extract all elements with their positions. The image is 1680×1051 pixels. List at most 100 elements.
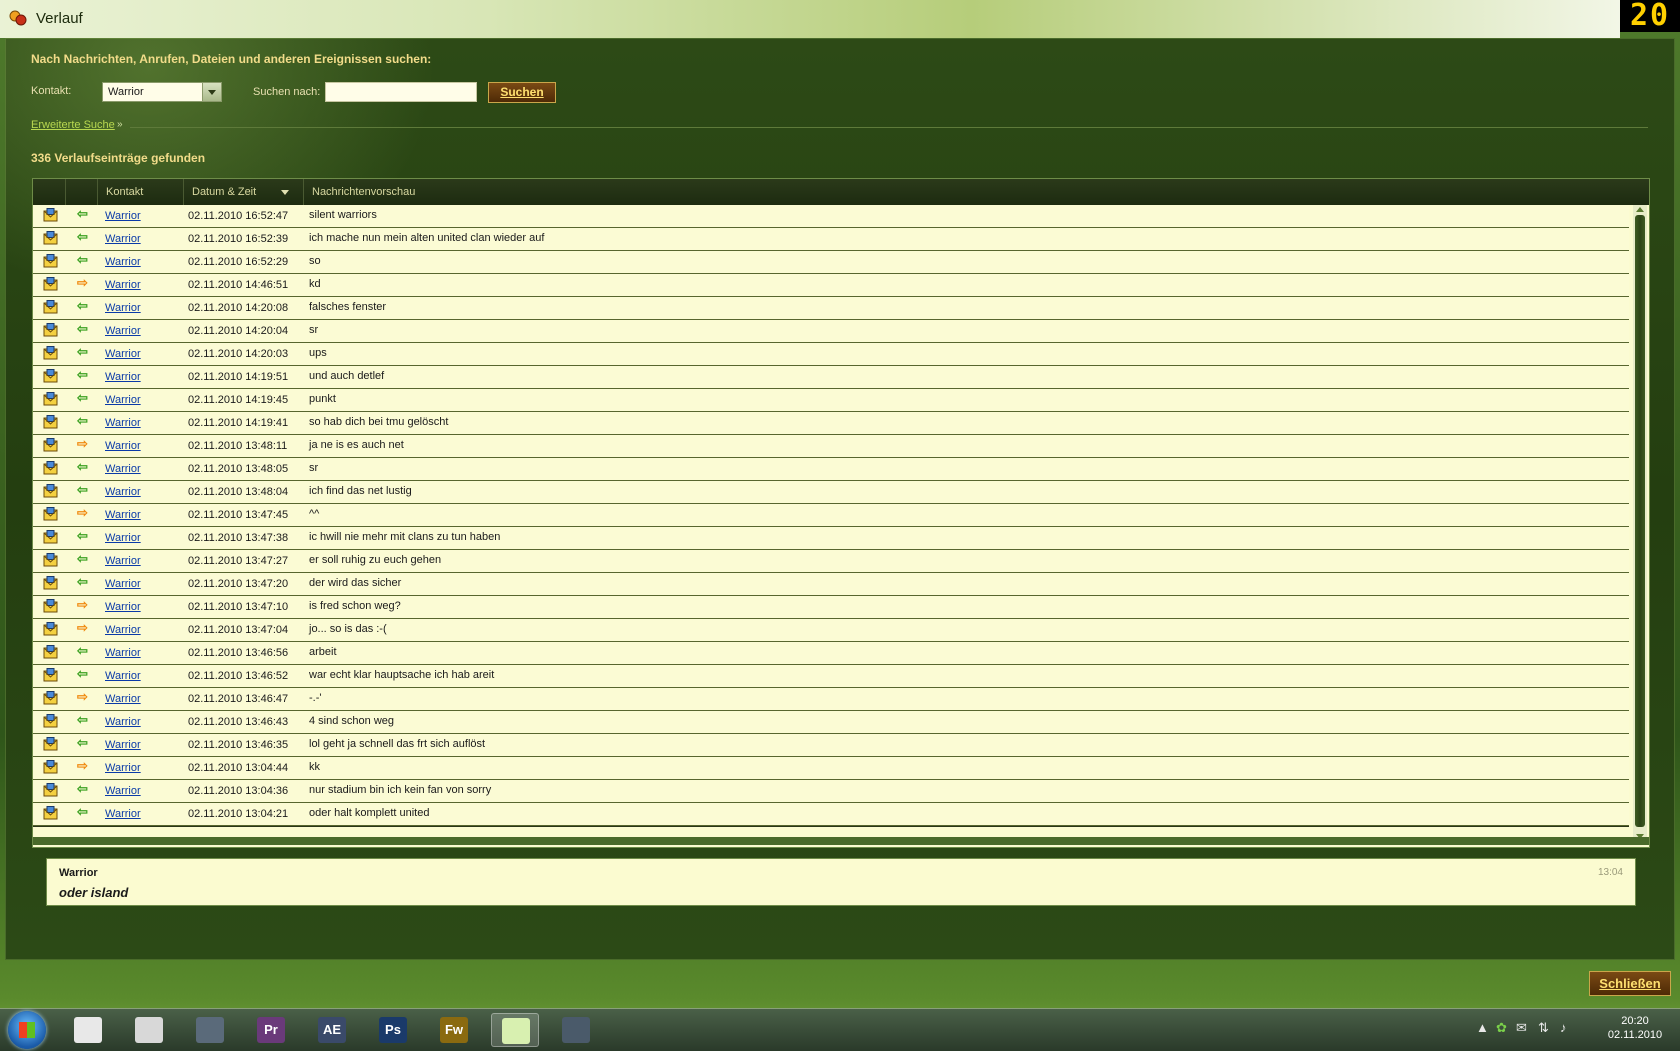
search-input[interactable] bbox=[325, 82, 477, 102]
contact-link[interactable]: Warrior bbox=[105, 578, 141, 590]
table-row[interactable]: ⇨ Warrior 02.11.2010 13:04:44 kk bbox=[33, 757, 1629, 780]
contact-link[interactable]: Warrior bbox=[105, 440, 141, 452]
table-row[interactable]: ⇦ Warrior 02.11.2010 13:46:35 lol geht ja s… bbox=[33, 734, 1629, 757]
table-row[interactable]: ⇦ Warrior 02.11.2010 13:46:43 4 sind schon… bbox=[33, 711, 1629, 734]
taskbar-button[interactable] bbox=[186, 1013, 234, 1047]
contact-link[interactable]: Warrior bbox=[105, 302, 141, 314]
splitter-handle[interactable] bbox=[33, 837, 1649, 845]
start-button[interactable] bbox=[8, 1011, 46, 1049]
system-clock[interactable]: 20:20 02.11.2010 bbox=[1598, 1014, 1672, 1042]
table-row[interactable]: ⇦ Warrior 02.11.2010 14:20:08 falsches fen… bbox=[33, 297, 1629, 320]
row-datetime: 02.11.2010 16:52:29 bbox=[188, 256, 289, 268]
table-row[interactable]: ⇨ Warrior 02.11.2010 14:46:51 kd bbox=[33, 274, 1629, 297]
taskbar-button[interactable] bbox=[64, 1013, 112, 1047]
contact-link[interactable]: Warrior bbox=[105, 394, 141, 406]
column-header-direction[interactable] bbox=[65, 179, 97, 205]
table-row[interactable]: ⇦ Warrior 02.11.2010 16:52:29 so bbox=[33, 251, 1629, 274]
table-row[interactable]: ⇦ Warrior 02.11.2010 14:19:41 so hab dich b… bbox=[33, 412, 1629, 435]
close-button[interactable]: Schließen bbox=[1589, 971, 1671, 996]
contact-link[interactable]: Warrior bbox=[105, 463, 141, 475]
taskbar-button[interactable] bbox=[125, 1013, 173, 1047]
search-button[interactable]: Suchen bbox=[488, 82, 556, 103]
contact-link[interactable]: Warrior bbox=[105, 233, 141, 245]
row-datetime: 02.11.2010 13:47:10 bbox=[188, 601, 289, 613]
column-header-contact[interactable]: Kontakt bbox=[97, 179, 183, 205]
incoming-arrow-icon: ⇦ bbox=[77, 666, 88, 681]
taskbar-button[interactable]: Pr bbox=[247, 1013, 295, 1047]
table-row[interactable]: ⇦ Warrior 02.11.2010 13:46:56 arbeit bbox=[33, 642, 1629, 665]
mail-tray-icon[interactable]: ✉ bbox=[1516, 1020, 1527, 1036]
message-envelope-icon bbox=[43, 760, 58, 774]
table-row[interactable]: ⇦ Warrior 02.11.2010 13:47:38 ic hwill nie… bbox=[33, 527, 1629, 550]
table-row[interactable]: ⇦ Warrior 02.11.2010 16:52:39 ich mache nu… bbox=[33, 228, 1629, 251]
scroll-up-icon[interactable] bbox=[1636, 207, 1644, 212]
contact-link[interactable]: Warrior bbox=[105, 785, 141, 797]
volume-icon[interactable]: ♪ bbox=[1560, 1020, 1567, 1035]
taskbar-button[interactable] bbox=[491, 1013, 539, 1047]
contact-link[interactable]: Warrior bbox=[105, 256, 141, 268]
contact-link[interactable]: Warrior bbox=[105, 555, 141, 567]
table-row[interactable]: ⇦ Warrior 02.11.2010 14:19:45 punkt bbox=[33, 389, 1629, 412]
contact-link[interactable]: Warrior bbox=[105, 647, 141, 659]
table-row[interactable]: ⇨ Warrior 02.11.2010 13:48:11 ja ne is es a… bbox=[33, 435, 1629, 458]
table-row[interactable]: ⇨ Warrior 02.11.2010 13:46:47 -.-' bbox=[33, 688, 1629, 711]
table-row[interactable]: ⇦ Warrior 02.11.2010 14:20:03 ups bbox=[33, 343, 1629, 366]
contact-link[interactable]: Warrior bbox=[105, 486, 141, 498]
contact-link[interactable]: Warrior bbox=[105, 624, 141, 636]
contact-link[interactable]: Warrior bbox=[105, 210, 141, 222]
message-envelope-icon bbox=[43, 461, 58, 475]
contact-link[interactable]: Warrior bbox=[105, 693, 141, 705]
contact-link[interactable]: Warrior bbox=[105, 601, 141, 613]
tray-expand-icon[interactable]: ▲ bbox=[1476, 1020, 1489, 1035]
contact-link[interactable]: Warrior bbox=[105, 371, 141, 383]
row-datetime: 02.11.2010 14:20:03 bbox=[188, 348, 289, 360]
contact-link[interactable]: Warrior bbox=[105, 670, 141, 682]
contact-combobox[interactable]: Warrior bbox=[102, 82, 222, 102]
table-row[interactable]: ⇦ Warrior 02.11.2010 13:47:20 der wird das… bbox=[33, 573, 1629, 596]
table-row[interactable]: ⇦ Warrior 02.11.2010 13:47:27 er soll ruhi… bbox=[33, 550, 1629, 573]
contact-link[interactable]: Warrior bbox=[105, 532, 141, 544]
vertical-scrollbar[interactable] bbox=[1633, 205, 1647, 841]
table-row[interactable]: ⇦ Warrior 02.11.2010 13:04:21 oder halt ko… bbox=[33, 803, 1629, 826]
icq-tray-icon[interactable]: ✿ bbox=[1496, 1020, 1507, 1036]
scrollbar-thumb[interactable] bbox=[1635, 215, 1645, 827]
history-app-icon bbox=[9, 10, 27, 26]
icq-icon bbox=[502, 1018, 530, 1044]
row-message-preview: ich find das net lustig bbox=[309, 485, 412, 497]
table-row[interactable]: ⇨ Warrior 02.11.2010 13:47:45 ^^ bbox=[33, 504, 1629, 527]
contact-link[interactable]: Warrior bbox=[105, 739, 141, 751]
table-row[interactable]: ⇦ Warrior 02.11.2010 13:04:36 nur stadium b… bbox=[33, 780, 1629, 803]
column-header-type[interactable] bbox=[33, 179, 65, 205]
taskbar-button[interactable]: Fw bbox=[430, 1013, 478, 1047]
contact-link[interactable]: Warrior bbox=[105, 348, 141, 360]
contact-link[interactable]: Warrior bbox=[105, 279, 141, 291]
table-row[interactable]: ⇨ Warrior 02.11.2010 13:47:04 jo... so is d… bbox=[33, 619, 1629, 642]
table-row[interactable]: ⇦Warrior02.11.2010 13:04:12 oder island bbox=[33, 826, 1629, 827]
row-message-preview: und auch detlef bbox=[309, 370, 385, 382]
contact-link[interactable]: Warrior bbox=[105, 716, 141, 728]
row-message-preview: ^^ bbox=[309, 508, 320, 520]
advanced-search-link[interactable]: Erweiterte Suche bbox=[31, 119, 115, 131]
message-envelope-icon bbox=[43, 806, 58, 820]
contact-link[interactable]: Warrior bbox=[105, 762, 141, 774]
double-chevron-down-icon[interactable]: » bbox=[117, 119, 123, 130]
contact-link[interactable]: Warrior bbox=[105, 417, 141, 429]
taskbar-button[interactable]: AE bbox=[308, 1013, 356, 1047]
table-row[interactable]: ⇦ Warrior 02.11.2010 13:48:05 sr bbox=[33, 458, 1629, 481]
table-row[interactable]: ⇦ Warrior 02.11.2010 14:20:04 sr bbox=[33, 320, 1629, 343]
chevron-down-icon[interactable] bbox=[202, 83, 221, 101]
table-row[interactable]: ⇦ Warrior 02.11.2010 13:48:04 ich find das … bbox=[33, 481, 1629, 504]
table-row[interactable]: ⇨ Warrior 02.11.2010 13:47:10 is fred schon… bbox=[33, 596, 1629, 619]
network-icon[interactable]: ⇅ bbox=[1538, 1020, 1549, 1036]
contact-link[interactable]: Warrior bbox=[105, 325, 141, 337]
contact-link[interactable]: Warrior bbox=[105, 808, 141, 820]
contact-link[interactable]: Warrior bbox=[105, 509, 141, 521]
table-row[interactable]: ⇦ Warrior 02.11.2010 16:52:47 silent warri… bbox=[33, 205, 1629, 228]
taskbar-button[interactable] bbox=[552, 1013, 600, 1047]
row-datetime: 02.11.2010 16:52:39 bbox=[188, 233, 289, 245]
column-header-preview[interactable]: Nachrichtenvorschau bbox=[303, 179, 1659, 205]
table-row[interactable]: ⇦ Warrior 02.11.2010 13:46:52 war echt kla… bbox=[33, 665, 1629, 688]
table-row[interactable]: ⇦ Warrior 02.11.2010 14:19:51 und auch det… bbox=[33, 366, 1629, 389]
taskbar-button[interactable]: Ps bbox=[369, 1013, 417, 1047]
row-datetime: 02.11.2010 13:47:04 bbox=[188, 624, 289, 636]
